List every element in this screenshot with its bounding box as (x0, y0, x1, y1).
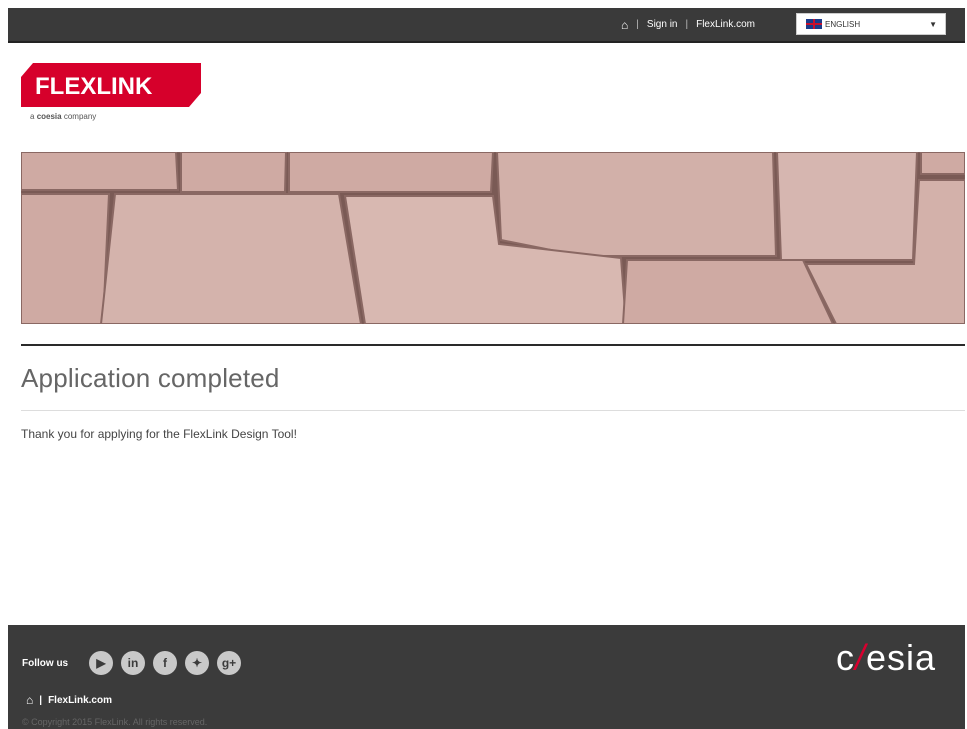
follow-us-label: Follow us (22, 658, 69, 669)
linkedin-icon[interactable]: in (121, 651, 145, 675)
top-bar: ⌂ | Sign in | FlexLink.com ENGLISH ▼ (8, 8, 965, 43)
copyright-text: © Copyright 2015 FlexLink. All rights re… (22, 717, 208, 727)
page-title: Application completed (21, 363, 280, 393)
footer: Follow us ▶ in f ✦ g+ ⌂ | FlexLink.com ©… (8, 625, 965, 729)
social-links: ▶ in f ✦ g+ (89, 651, 241, 675)
sign-in-link[interactable]: Sign in (647, 19, 678, 30)
coesia-slash: / (855, 637, 867, 678)
tagline-suffix: company (63, 112, 97, 121)
footer-flexlink-link[interactable]: FlexLink.com (48, 695, 112, 706)
logo-text: FLEXLINK (35, 73, 153, 100)
chevron-down-icon: ▼ (929, 19, 937, 29)
flexlink-com-link[interactable]: FlexLink.com (696, 19, 755, 30)
tagline-prefix: a (30, 112, 35, 121)
coesia-suffix: esia (866, 637, 937, 678)
twitter-icon[interactable]: ✦ (185, 651, 209, 675)
footer-home-link[interactable]: ⌂ | FlexLink.com (26, 693, 112, 707)
googleplus-icon[interactable]: g+ (217, 651, 241, 675)
nav-separator: | (636, 19, 639, 30)
logo-tagline: a coesia company (30, 112, 96, 121)
home-icon[interactable]: ⌂ (26, 693, 33, 707)
tagline-brand: coesia (36, 112, 62, 121)
flexlink-logo[interactable]: FLEXLINK (21, 63, 201, 107)
top-nav: ⌂ | Sign in | FlexLink.com (621, 8, 755, 41)
coesia-prefix: c (836, 637, 855, 678)
language-label: ENGLISH (825, 19, 861, 29)
nav-separator: | (685, 19, 689, 30)
facebook-icon[interactable]: f (153, 651, 177, 675)
home-icon[interactable]: ⌂ (621, 18, 628, 32)
content-divider (21, 410, 965, 411)
uk-flag-icon (806, 19, 822, 29)
footer-separator: | (39, 694, 43, 706)
youtube-icon[interactable]: ▶ (89, 651, 113, 675)
coesia-logo[interactable]: c/esia (836, 637, 936, 679)
stone-wall-banner (21, 152, 965, 324)
title-divider (21, 344, 965, 346)
confirmation-message: Thank you for applying for the FlexLink … (21, 427, 297, 441)
language-select[interactable]: ENGLISH ▼ (796, 13, 946, 35)
